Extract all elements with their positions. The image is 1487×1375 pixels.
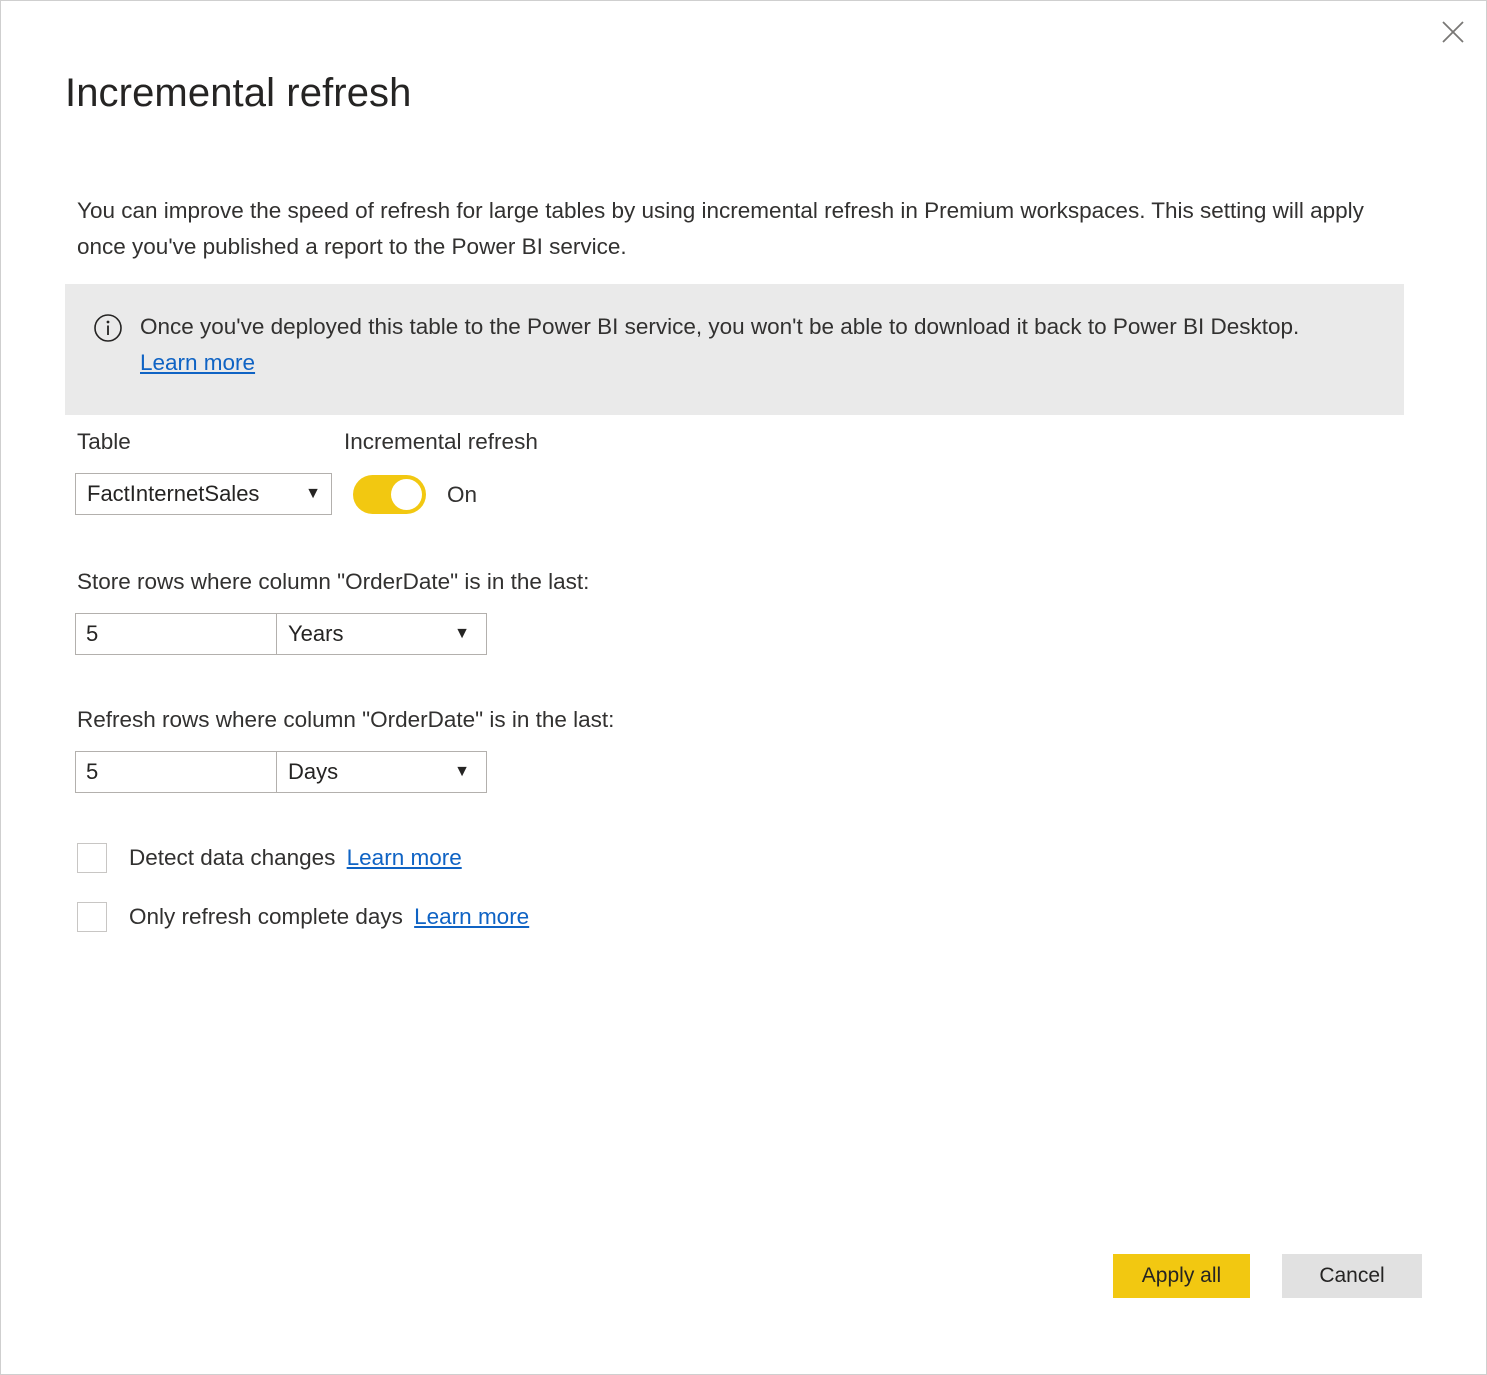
only-refresh-complete-days-label: Only refresh complete days Learn more bbox=[129, 904, 529, 930]
table-select-value: FactInternetSales bbox=[87, 481, 260, 506]
only-refresh-complete-days-checkbox[interactable] bbox=[77, 902, 107, 932]
refresh-rows-group: Days ▼ bbox=[75, 751, 487, 793]
incremental-refresh-toggle[interactable] bbox=[353, 475, 426, 514]
store-rows-unit-value: Years bbox=[288, 621, 344, 646]
chevron-down-icon: ▼ bbox=[454, 763, 470, 780]
detect-data-changes-row: Detect data changes Learn more bbox=[77, 843, 462, 873]
close-icon bbox=[1439, 18, 1467, 46]
store-rows-unit-select[interactable]: Years ▼ bbox=[277, 613, 487, 655]
table-field-label: Table bbox=[77, 429, 131, 454]
only-refresh-complete-days-row: Only refresh complete days Learn more bbox=[77, 902, 529, 932]
refresh-rows-unit-select[interactable]: Days ▼ bbox=[277, 751, 487, 793]
incremental-refresh-dialog: Incremental refresh You can improve the … bbox=[0, 0, 1487, 1375]
chevron-down-icon: ▼ bbox=[454, 625, 470, 642]
info-banner-text: Once you've deployed this table to the P… bbox=[140, 309, 1340, 381]
detect-data-changes-learn-more-link[interactable]: Learn more bbox=[347, 845, 462, 870]
store-rows-group: Years ▼ bbox=[75, 613, 487, 655]
banner-learn-more-link[interactable]: Learn more bbox=[140, 350, 255, 375]
info-circle-icon bbox=[93, 313, 123, 343]
incremental-refresh-label: Incremental refresh bbox=[344, 429, 538, 454]
detect-data-changes-checkbox[interactable] bbox=[77, 843, 107, 873]
store-rows-label: Store rows where column "OrderDate" is i… bbox=[77, 569, 590, 594]
close-button[interactable] bbox=[1420, 1, 1486, 63]
detect-data-changes-label: Detect data changes Learn more bbox=[129, 845, 462, 871]
apply-all-button[interactable]: Apply all bbox=[1113, 1254, 1250, 1298]
refresh-rows-unit-value: Days bbox=[288, 759, 339, 784]
table-select[interactable]: FactInternetSales ▼ bbox=[75, 473, 332, 515]
page-title: Incremental refresh bbox=[65, 71, 412, 115]
info-banner-message: Once you've deployed this table to the P… bbox=[140, 314, 1300, 339]
only-refresh-complete-days-learn-more-link[interactable]: Learn more bbox=[414, 904, 529, 929]
only-refresh-complete-days-text: Only refresh complete days bbox=[129, 904, 403, 929]
cancel-button[interactable]: Cancel bbox=[1282, 1254, 1422, 1298]
refresh-rows-value-input[interactable] bbox=[75, 751, 277, 793]
detect-data-changes-text: Detect data changes bbox=[129, 845, 336, 870]
chevron-down-icon: ▼ bbox=[305, 485, 321, 502]
dialog-description: You can improve the speed of refresh for… bbox=[77, 198, 1364, 259]
incremental-refresh-toggle-row: On bbox=[353, 475, 477, 514]
info-banner: Once you've deployed this table to the P… bbox=[65, 284, 1404, 415]
toggle-knob bbox=[391, 479, 422, 510]
store-rows-value-input[interactable] bbox=[75, 613, 277, 655]
refresh-rows-label: Refresh rows where column "OrderDate" is… bbox=[77, 707, 615, 732]
toggle-state-label: On bbox=[447, 481, 478, 507]
